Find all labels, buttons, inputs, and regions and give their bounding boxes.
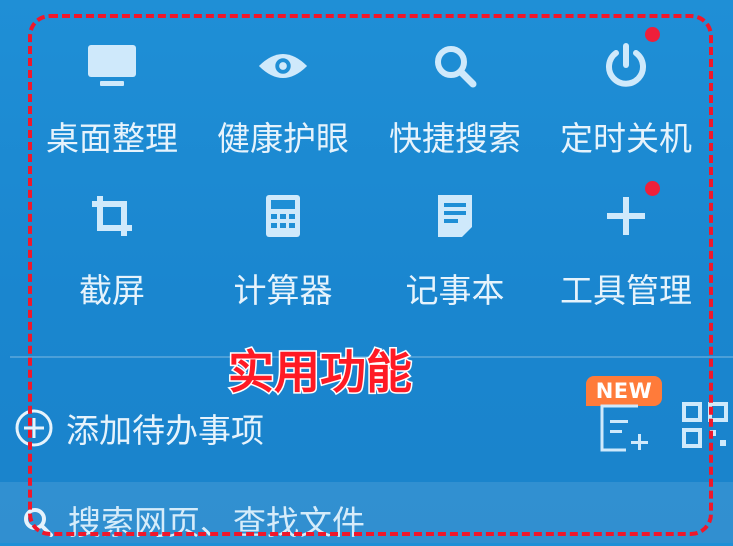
calculator-icon [257, 190, 309, 242]
tool-eye-care[interactable]: 健康护眼 [198, 0, 368, 158]
add-circle-icon [15, 409, 53, 447]
power-icon [600, 40, 652, 92]
new-badge: NEW [586, 376, 662, 406]
notification-badge [645, 27, 660, 42]
tool-manage-tools[interactable]: 工具管理 [541, 152, 711, 310]
tool-calculator[interactable]: 计算器 [198, 152, 368, 310]
tool-scheduled-shutdown[interactable]: 定时关机 [541, 0, 711, 158]
search-input[interactable] [68, 498, 708, 546]
eye-icon [257, 40, 309, 92]
search-bar [0, 482, 733, 546]
crop-icon [86, 190, 138, 242]
notepad-icon [429, 190, 481, 242]
notification-badge [645, 181, 660, 196]
tool-quick-search[interactable]: 快捷搜索 [370, 0, 540, 158]
tool-notepad[interactable]: 记事本 [370, 152, 540, 310]
add-todo-button[interactable]: 添加待办事项 [14, 396, 264, 460]
tool-label: 截屏 [79, 271, 145, 310]
section-annotation: 实用功能 [227, 344, 414, 401]
qr-code-icon[interactable] [682, 402, 728, 448]
search-icon [24, 508, 53, 537]
add-todo-label: 添加待办事项 [66, 411, 264, 450]
list-add-icon[interactable] [598, 404, 652, 452]
tool-label: 计算器 [233, 271, 333, 310]
utility-panel: 桌面整理 健康护眼 快捷搜索 定时关机 截屏 计算器 记事本 工具管理 添加待办… [0, 0, 733, 546]
tool-screenshot[interactable]: 截屏 [27, 152, 197, 310]
monitor-icon [86, 40, 138, 92]
search-icon [429, 40, 481, 92]
tool-label: 记事本 [405, 271, 505, 310]
tool-label: 工具管理 [560, 271, 692, 310]
tool-desktop-organize[interactable]: 桌面整理 [27, 0, 197, 158]
plus-icon [600, 190, 652, 242]
